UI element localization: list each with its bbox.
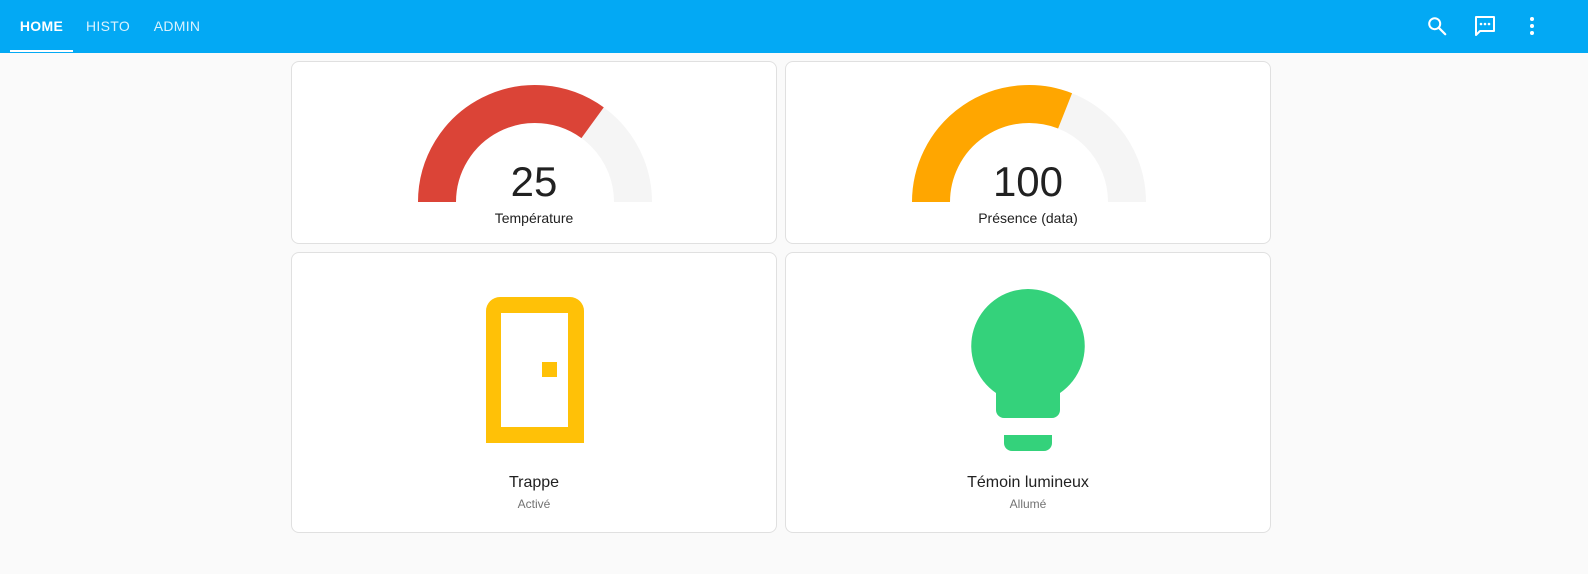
temperature-value: 25 (510, 158, 558, 205)
temoin-name: Témoin lumineux (967, 474, 1089, 491)
entity-card-trappe[interactable]: Trappe Activé (291, 252, 777, 533)
entity-card-temoin-lumineux[interactable]: Témoin lumineux Allumé (785, 252, 1271, 533)
chat-button[interactable] (1469, 10, 1501, 42)
search-icon (1428, 17, 1447, 36)
trappe-name: Trappe (508, 474, 560, 491)
trappe-state: Activé (517, 497, 551, 511)
presence-label: Présence (data) (978, 210, 1078, 226)
tab-home[interactable]: HOME (10, 0, 73, 53)
temperature-label: Température (494, 210, 574, 226)
top-app-bar: HOME HISTO ADMIN (0, 0, 1588, 53)
tab-admin[interactable]: ADMIN (146, 0, 208, 53)
door-icon (486, 297, 584, 443)
tab-histo[interactable]: HISTO (80, 0, 136, 53)
temoin-state: Allumé (1009, 497, 1047, 511)
chat-icon (1475, 16, 1495, 36)
lightbulb-icon (971, 289, 1085, 451)
search-button[interactable] (1421, 10, 1453, 42)
more-options-button[interactable] (1516, 10, 1548, 42)
gauge-card-presence[interactable]: 100 Présence (data) (785, 61, 1271, 244)
presence-value: 100 (992, 158, 1064, 205)
more-vert-icon (1530, 17, 1534, 35)
active-tab-indicator (10, 50, 73, 52)
gauge-card-temperature[interactable]: 25 Température (291, 61, 777, 244)
